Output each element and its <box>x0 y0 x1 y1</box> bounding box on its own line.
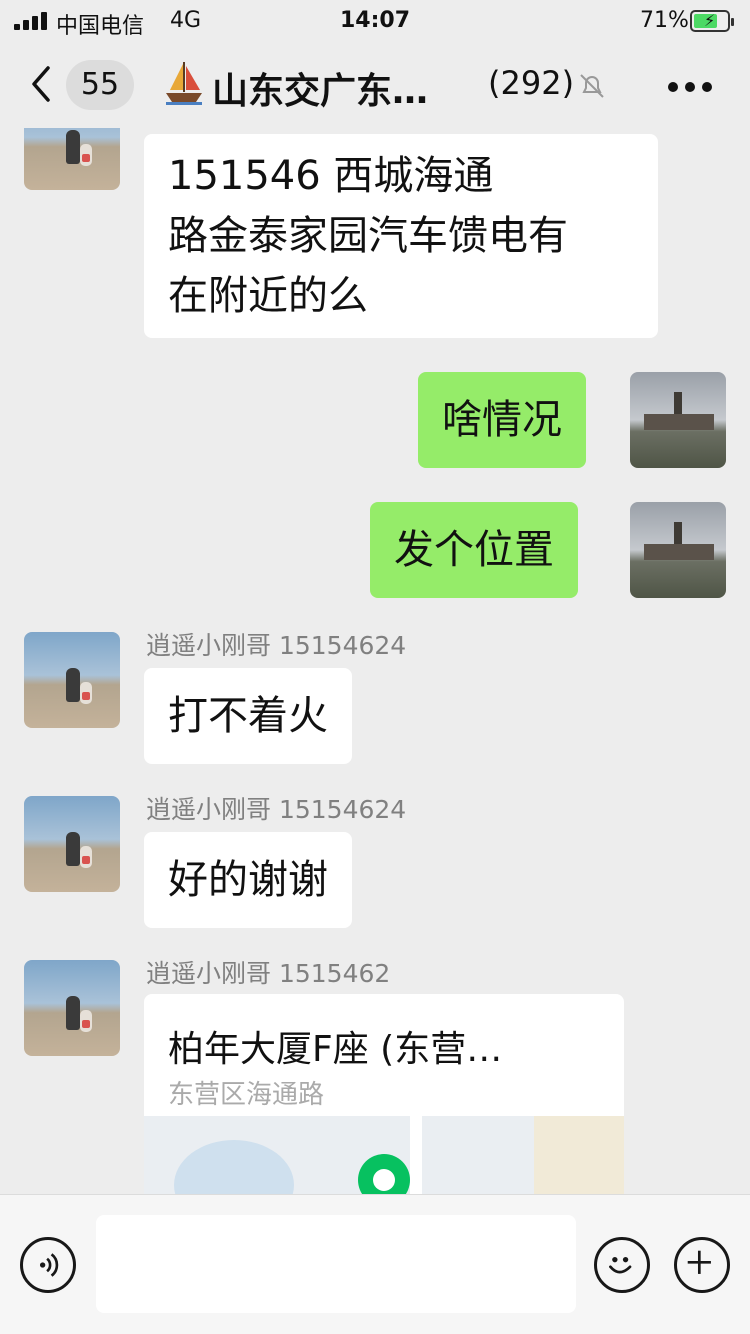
emoji-icon[interactable] <box>594 1237 650 1293</box>
sender-avatar[interactable] <box>24 632 120 728</box>
message-input[interactable] <box>96 1215 576 1313</box>
member-count: (292) <box>488 64 575 102</box>
message-line: 在附近的么 <box>168 273 368 319</box>
message-bubble[interactable]: 打不着火 <box>144 668 352 764</box>
unread-count-badge[interactable]: 55 <box>66 60 134 110</box>
sender-avatar[interactable] <box>24 960 120 1056</box>
location-name: 柏年大厦F座 (东营… <box>168 1029 503 1070</box>
chat-header: 55 山东交广东… (292) <box>0 42 750 128</box>
location-address: 东营区海通路 <box>168 1080 325 1110</box>
sender-name: 逍遥小刚哥 1515462 <box>146 959 391 988</box>
message-bubble[interactable]: 151546 西城海通 路金泰家园汽车馈电有 在附近的么 <box>144 134 658 338</box>
voice-icon[interactable] <box>20 1237 76 1293</box>
charging-bolt-icon: ⚡ <box>704 11 716 30</box>
sender-avatar[interactable] <box>24 128 120 190</box>
group-title[interactable]: 山东交广东… <box>212 62 428 114</box>
plus-icon[interactable] <box>674 1237 730 1293</box>
location-card[interactable]: 柏年大厦F座 (东营… 东营区海通路 <box>144 994 624 1194</box>
message-line: 路金泰家园汽车馈电有 <box>168 213 568 259</box>
more-icon[interactable] <box>668 82 712 92</box>
message-list[interactable]: 151546 西城海通 路金泰家园汽车馈电有 在附近的么 啥情况 发个位置 逍遥… <box>0 128 750 1194</box>
battery-icon: ⚡ <box>690 10 734 32</box>
clock: 14:07 <box>339 8 411 33</box>
self-avatar[interactable] <box>630 502 726 598</box>
input-bar <box>0 1194 750 1334</box>
sender-name: 逍遥小刚哥 15154624 <box>146 631 407 660</box>
message-bubble[interactable]: 好的谢谢 <box>144 832 352 928</box>
status-bar: 中国电信 4G 14:07 71% ⚡ <box>0 0 750 42</box>
mute-bell-icon <box>578 72 606 100</box>
self-avatar[interactable] <box>630 372 726 468</box>
battery-percent: 71% <box>640 8 689 33</box>
map-pin-icon <box>358 1154 410 1194</box>
sailboat-icon <box>164 60 204 106</box>
map-preview[interactable] <box>144 1116 624 1194</box>
sender-avatar[interactable] <box>24 796 120 892</box>
message-line: 151546 西城海通 <box>168 153 494 199</box>
message-bubble-self[interactable]: 发个位置 <box>370 502 578 598</box>
back-icon[interactable] <box>28 64 58 104</box>
message-bubble-self[interactable]: 啥情况 <box>418 372 586 468</box>
sender-name: 逍遥小刚哥 15154624 <box>146 795 407 824</box>
